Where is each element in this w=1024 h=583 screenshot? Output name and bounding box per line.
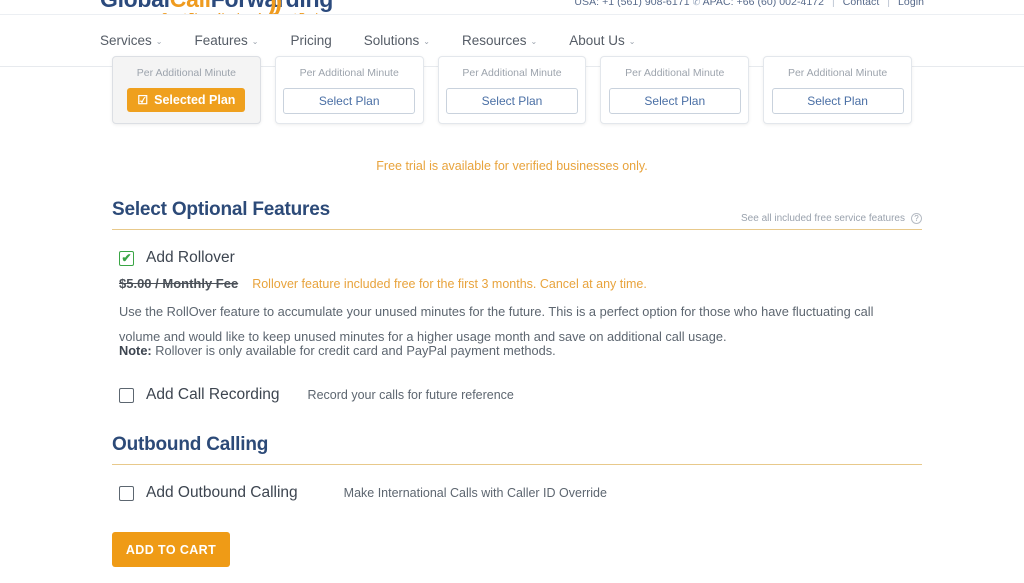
nav-item-solutions[interactable]: Solutions ⌄ — [364, 33, 430, 48]
add-to-cart-button[interactable]: ADD TO CART — [112, 532, 230, 567]
optional-features-header: Select Optional Features See all include… — [112, 199, 922, 230]
logo-text-global: Global — [100, 0, 170, 12]
page-root: GlobalCallForwarding Smart Phone Numbers… — [0, 0, 1024, 583]
topbar-contact-info: USA: +1 (561) 908-6171 ✆ APAC: +66 (60) … — [574, 0, 924, 8]
nav-label-services: Services — [100, 33, 152, 48]
plan-per-minute-label: Per Additional Minute — [462, 67, 562, 79]
outbound-calling-title: Outbound Calling — [112, 434, 269, 455]
header-divider — [112, 229, 922, 230]
topbar-usa-phone[interactable]: USA: +1 (561) 908-6171 — [574, 0, 689, 8]
nav-item-about-us[interactable]: About Us ⌄ — [569, 33, 635, 48]
plan-card[interactable]: Per Additional Minute ☑ Selected Plan — [112, 56, 261, 124]
rollover-label: Add Rollover — [146, 249, 235, 266]
plan-per-minute-label: Per Additional Minute — [625, 67, 725, 79]
plan-per-minute-label: Per Additional Minute — [299, 67, 399, 79]
plan-card[interactable]: Per Additional Minute Select Plan — [763, 56, 912, 124]
select-plan-button[interactable]: Select Plan — [283, 88, 416, 114]
checkbox-checked-icon: ☑ — [137, 93, 149, 107]
plan-card[interactable]: Per Additional Minute Select Plan — [274, 56, 424, 124]
outbound-calling-option-row[interactable]: Add Outbound Calling Make International … — [119, 484, 607, 502]
nav-label-about-us: About Us — [569, 33, 625, 48]
nav-item-features[interactable]: Features ⌄ — [194, 33, 258, 48]
top-utility-bar: GlobalCallForwarding Smart Phone Numbers… — [0, 0, 1024, 14]
outbound-calling-label: Add Outbound Calling — [146, 484, 298, 501]
selected-plan-button[interactable]: ☑ Selected Plan — [127, 88, 246, 112]
see-all-free-features-link[interactable]: See all included free service features ? — [741, 213, 922, 224]
topbar-apac-phone[interactable]: APAC: +66 (60) 002-4172 — [703, 0, 825, 8]
rollover-note-text: Rollover is only available for credit ca… — [151, 343, 556, 358]
rollover-payment-note: Note: Rollover is only available for cre… — [119, 343, 556, 358]
call-recording-label: Add Call Recording — [146, 386, 280, 403]
chevron-down-icon: ⌄ — [423, 37, 430, 46]
rollover-option-row[interactable]: Add Rollover — [119, 249, 235, 267]
nav-item-pricing[interactable]: Pricing — [290, 33, 331, 48]
nav-item-services[interactable]: Services ⌄ — [100, 33, 162, 48]
plan-card[interactable]: Per Additional Minute Select Plan — [600, 56, 750, 124]
select-plan-button[interactable]: Select Plan — [771, 88, 904, 114]
call-recording-option-row[interactable]: Add Call Recording Record your calls for… — [119, 386, 514, 404]
plan-per-minute-label: Per Additional Minute — [136, 67, 237, 79]
free-trial-note: Free trial is available for verified bus… — [376, 159, 648, 173]
call-recording-checkbox[interactable] — [119, 387, 134, 403]
nav-label-features: Features — [194, 33, 248, 48]
outbound-calling-checkbox[interactable] — [119, 485, 134, 501]
chevron-down-icon: ⌄ — [628, 37, 636, 46]
outbound-calling-header: Outbound Calling — [112, 434, 922, 465]
rollover-fee-amount: $5.00 / Monthly Fee — [119, 276, 239, 291]
topbar-separator-1: | — [832, 0, 835, 8]
plan-per-minute-label: Per Additional Minute — [787, 67, 888, 79]
nav-label-solutions: Solutions — [363, 33, 420, 48]
plan-card-list: Per Additional Minute ☑ Selected Plan Pe… — [112, 56, 912, 124]
plan-card[interactable]: Per Additional Minute Select Plan — [437, 56, 587, 124]
call-recording-description: Record your calls for future reference — [307, 388, 514, 402]
chevron-down-icon: ⌄ — [251, 37, 259, 46]
selected-plan-label: Selected Plan — [154, 93, 236, 107]
rollover-checkbox[interactable] — [119, 250, 134, 266]
topbar-separator-2: | — [887, 0, 891, 8]
nav-item-resources[interactable]: Resources ⌄ — [462, 33, 537, 48]
nav-label-resources: Resources — [461, 33, 527, 48]
topbar-login-link[interactable]: Login — [898, 0, 924, 8]
rollover-fee-line: $5.00 / Monthly Fee Rollover feature inc… — [119, 276, 647, 291]
select-plan-button[interactable]: Select Plan — [608, 88, 741, 114]
rollover-description: Use the RollOver feature to accumulate y… — [119, 304, 874, 344]
topbar-contact-link[interactable]: Contact — [843, 0, 880, 8]
question-mark-icon[interactable]: ? — [911, 213, 922, 224]
outbound-calling-description: Make International Calls with Caller ID … — [343, 486, 607, 500]
chevron-down-icon: ⌄ — [530, 37, 538, 46]
phone-icon: ✆ — [692, 0, 701, 7]
see-all-label: See all included free service features — [741, 213, 905, 224]
header-divider — [112, 464, 922, 465]
rollover-promo-note: Rollover feature included free for the f… — [252, 277, 647, 291]
select-plan-button[interactable]: Select Plan — [445, 88, 578, 114]
chevron-down-icon: ⌄ — [155, 37, 163, 46]
site-logo[interactable]: GlobalCallForwarding Smart Phone Numbers… — [100, 0, 347, 14]
logo-swoosh-icon: )) — [268, 0, 282, 14]
nav-label-pricing: Pricing — [290, 33, 332, 48]
rollover-note-prefix: Note: — [119, 343, 152, 358]
